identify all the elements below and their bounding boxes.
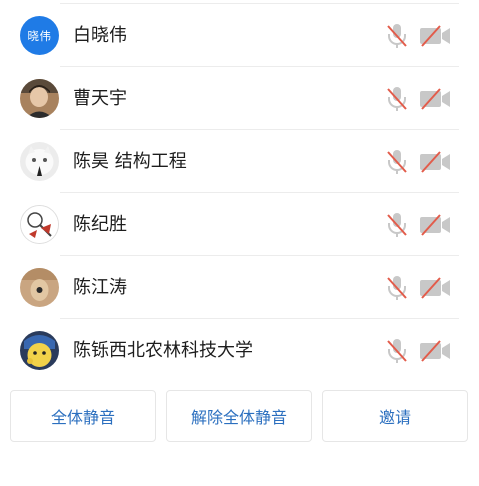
avatar	[20, 142, 59, 181]
unmute-all-button[interactable]: 解除全体静音	[166, 390, 312, 442]
participant-row[interactable]: 晓伟 白晓伟	[0, 4, 479, 67]
participant-row[interactable]: 陈铄西北农林科技大学	[0, 319, 479, 382]
participant-row[interactable]: 曹天宇	[0, 67, 479, 130]
avatar	[20, 268, 59, 307]
participant-name: 陈江涛	[73, 277, 127, 298]
avatar-initials: 晓伟	[27, 28, 52, 43]
participant-row[interactable]: 陈江涛	[0, 256, 479, 319]
mic-muted-icon[interactable]	[385, 212, 409, 238]
avatar	[20, 79, 59, 118]
invite-button[interactable]: 邀请	[322, 390, 468, 442]
participant-name: 陈铄西北农林科技大学	[73, 340, 253, 361]
participant-row[interactable]: 陈昊 结构工程	[0, 130, 479, 193]
mic-muted-icon[interactable]	[385, 23, 409, 49]
mute-all-button[interactable]: 全体静音	[10, 390, 156, 442]
camera-off-icon[interactable]	[419, 25, 451, 47]
avatar: 晓伟	[20, 16, 59, 55]
mic-muted-icon[interactable]	[385, 338, 409, 364]
camera-off-icon[interactable]	[419, 214, 451, 236]
camera-off-icon[interactable]	[419, 88, 451, 110]
participant-name: 陈纪胜	[73, 214, 127, 235]
action-bar: 全体静音 解除全体静音 邀请	[0, 390, 479, 444]
mic-muted-icon[interactable]	[385, 86, 409, 112]
participant-name: 陈昊 结构工程	[73, 151, 187, 172]
participant-name: 曹天宇	[73, 88, 127, 109]
avatar	[20, 205, 59, 244]
mic-muted-icon[interactable]	[385, 149, 409, 175]
avatar	[20, 331, 59, 370]
camera-off-icon[interactable]	[419, 151, 451, 173]
camera-off-icon[interactable]	[419, 340, 451, 362]
participant-row[interactable]: 陈纪胜	[0, 193, 479, 256]
mic-muted-icon[interactable]	[385, 275, 409, 301]
participant-name: 白晓伟	[73, 25, 127, 46]
camera-off-icon[interactable]	[419, 277, 451, 299]
